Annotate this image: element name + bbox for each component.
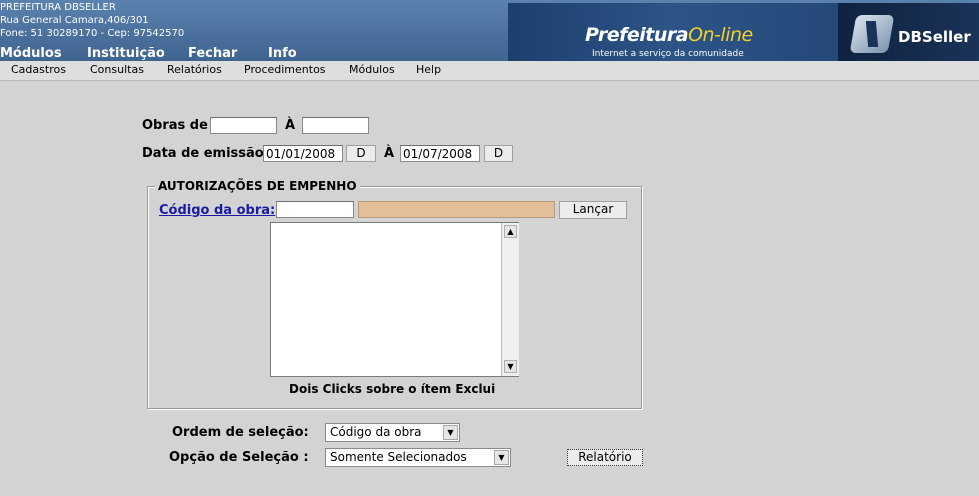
- ordem-selecao-value: Código da obra: [330, 425, 422, 439]
- org-contact: Fone: 51 30289170 - Cep: 97542570: [0, 28, 185, 39]
- banner-logo: PrefeituraOn-line: [585, 24, 753, 46]
- opcao-selecao-label: Opção de Seleção :: [169, 450, 309, 465]
- list-scrollbar[interactable]: ▲ ▼: [501, 223, 519, 376]
- menu-modulos[interactable]: Módulos: [349, 63, 395, 76]
- ordem-selecao-label: Ordem de seleção:: [172, 425, 309, 440]
- opcao-selecao-value: Somente Selecionados: [330, 450, 467, 464]
- opcao-selecao-select[interactable]: Somente Selecionados ▼: [325, 448, 511, 467]
- scroll-down-icon[interactable]: ▼: [504, 360, 517, 373]
- list-hint: Dois Clicks sobre o ítem Exclui: [289, 382, 496, 396]
- ordem-selecao-select[interactable]: Código da obra ▼: [325, 423, 460, 442]
- obras-de-input[interactable]: [210, 117, 277, 134]
- org-name: PREFEITURA DBSELLER: [0, 2, 116, 13]
- top-menu-modulos[interactable]: Módulos: [0, 46, 62, 61]
- relatorio-button[interactable]: Relatório: [567, 449, 643, 466]
- data-inicio-calendar-button[interactable]: D: [346, 145, 376, 162]
- chevron-down-icon: ▼: [494, 450, 509, 465]
- data-ate-label: À: [384, 146, 395, 161]
- obra-descricao-field: [358, 201, 555, 218]
- dbseller-name: DBSeller: [898, 28, 971, 46]
- dbseller-logo: DBSeller: [838, 3, 979, 61]
- lancar-button[interactable]: Lançar: [559, 201, 627, 219]
- menubar: Cadastros Consultas Relatórios Procedime…: [0, 61, 979, 81]
- scroll-up-icon[interactable]: ▲: [504, 225, 517, 238]
- obras-selecionadas-list[interactable]: [270, 222, 519, 377]
- menu-consultas[interactable]: Consultas: [90, 63, 144, 76]
- org-address: Rua General Camara,406/301: [0, 15, 149, 26]
- top-menu-instituicao[interactable]: Instituição: [87, 46, 165, 61]
- codigo-obra-input[interactable]: [276, 201, 354, 218]
- menu-procedimentos[interactable]: Procedimentos: [244, 63, 326, 76]
- obras-label: Obras de: [142, 118, 208, 133]
- menu-relatorios[interactable]: Relatórios: [167, 63, 222, 76]
- banner-tagline: Internet a serviço da comunidade: [592, 49, 744, 59]
- chevron-down-icon: ▼: [443, 425, 458, 440]
- dbseller-mark-icon: [849, 15, 895, 53]
- header: PREFEITURA DBSELLER Rua General Camara,4…: [0, 0, 979, 61]
- data-emissao-label: Data de emissão: [142, 146, 264, 161]
- menu-help[interactable]: Help: [416, 63, 441, 76]
- autorizacoes-legend: AUTORIZAÇÕES DE EMPENHO: [155, 179, 360, 193]
- obras-ate-label: À: [285, 118, 296, 133]
- top-menu-fechar[interactable]: Fechar: [188, 46, 237, 61]
- data-fim-input[interactable]: 01/07/2008: [400, 145, 480, 162]
- data-inicio-input[interactable]: 01/01/2008: [263, 145, 343, 162]
- org-info: PREFEITURA DBSELLER Rua General Camara,4…: [0, 1, 184, 40]
- obras-ate-input[interactable]: [302, 117, 369, 134]
- codigo-obra-link[interactable]: Código da obra:: [159, 203, 275, 218]
- prefeitura-online-banner: PrefeituraOn-line Internet a serviço da …: [508, 3, 838, 61]
- data-fim-calendar-button[interactable]: D: [484, 145, 513, 162]
- top-menu-info[interactable]: Info: [268, 46, 297, 61]
- menu-cadastros[interactable]: Cadastros: [11, 63, 66, 76]
